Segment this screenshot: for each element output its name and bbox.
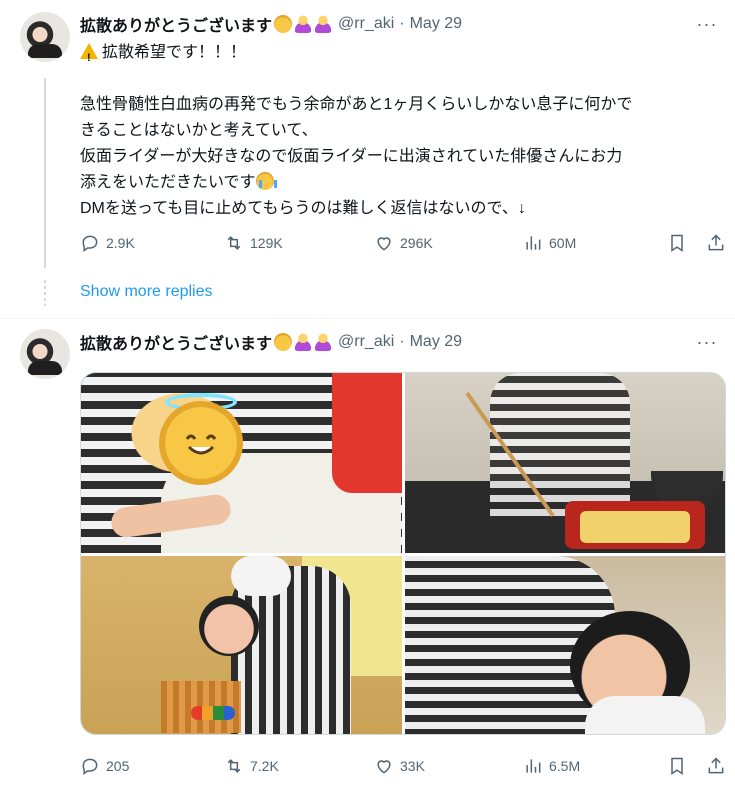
bookmark-icon bbox=[671, 757, 683, 775]
repost-icon bbox=[227, 759, 241, 773]
photo-4[interactable] bbox=[405, 556, 725, 734]
tweet-text-line: 急性骨髄性白血病の再発でもう余命があと1ヶ月くらいしかない息子に何かで bbox=[80, 96, 633, 113]
bookmark-button[interactable] bbox=[667, 233, 687, 253]
tweet-text-line: DMを送っても目に止めてもらうのは難しく返信はないので、↓ bbox=[80, 200, 526, 217]
repost-button[interactable]: 7.2K bbox=[224, 756, 279, 776]
like-count: 33K bbox=[400, 758, 425, 774]
tweet-date[interactable]: May 29 bbox=[410, 15, 462, 33]
show-more-replies-link[interactable]: Show more replies bbox=[80, 283, 213, 301]
views-icon bbox=[526, 236, 541, 250]
share-button[interactable] bbox=[706, 756, 726, 776]
tweet-date[interactable]: May 29 bbox=[410, 333, 462, 351]
tweet-header: 拡散ありがとうございます @rr_aki · May 29 bbox=[80, 13, 462, 35]
reply-count: 2.9K bbox=[106, 235, 135, 251]
repost-icon bbox=[227, 236, 241, 250]
thread-dots bbox=[44, 280, 46, 306]
reply-icon bbox=[82, 758, 98, 775]
author-avatar[interactable] bbox=[20, 329, 70, 379]
like-count: 296K bbox=[400, 235, 433, 251]
tweet-text: 拡散希望です！！！ 急性骨髄性白血病の再発でもう余命があと1ヶ月くらいしかない息… bbox=[80, 40, 720, 222]
photo-2[interactable] bbox=[405, 373, 725, 553]
tweet-1[interactable]: 拡散ありがとうございます @rr_aki · May 29 ··· 拡散希望です… bbox=[0, 0, 735, 270]
author-avatar[interactable] bbox=[20, 12, 70, 62]
author-handle[interactable]: @rr_aki bbox=[338, 333, 394, 351]
share-button[interactable] bbox=[706, 233, 726, 253]
like-button[interactable]: 296K bbox=[374, 233, 433, 253]
tweet-header: 拡散ありがとうございます @rr_aki · May 29 bbox=[80, 331, 462, 353]
tweet-text-line: 仮面ライダーが大好きなので仮面ライダーに出演されていた俳優さんにお力 bbox=[80, 148, 623, 165]
photo-3[interactable] bbox=[81, 556, 402, 734]
person-bowing-icon bbox=[294, 15, 313, 33]
pleading-face-icon bbox=[274, 15, 293, 33]
bookmark-button[interactable] bbox=[667, 756, 687, 776]
author-name[interactable]: 拡散ありがとうございます bbox=[80, 12, 272, 36]
reply-count: 205 bbox=[106, 758, 130, 774]
crying-face-icon bbox=[255, 172, 277, 190]
views-count: 60M bbox=[549, 235, 577, 251]
reply-button[interactable]: 205 bbox=[80, 756, 129, 776]
separator-dot: · bbox=[399, 333, 405, 350]
author-handle[interactable]: @rr_aki bbox=[338, 15, 394, 33]
pleading-face-icon bbox=[274, 333, 293, 351]
person-bowing-icon bbox=[294, 333, 313, 351]
person-bowing-icon bbox=[314, 15, 333, 33]
more-options-button[interactable]: ··· bbox=[695, 331, 719, 353]
reply-icon bbox=[82, 235, 98, 252]
like-button[interactable]: 33K bbox=[374, 756, 425, 776]
views-icon bbox=[526, 759, 541, 773]
media-grid bbox=[80, 372, 726, 735]
share-icon bbox=[708, 234, 724, 251]
tweet-text-line: 添えをいただきたいです bbox=[80, 174, 256, 191]
bookmark-icon bbox=[671, 234, 683, 252]
views-button[interactable]: 6.5M bbox=[523, 756, 580, 776]
repost-count: 129K bbox=[250, 235, 283, 251]
repost-button[interactable]: 129K bbox=[224, 233, 283, 253]
views-count: 6.5M bbox=[549, 758, 581, 774]
warning-icon bbox=[80, 43, 98, 71]
repost-count: 7.2K bbox=[250, 758, 279, 774]
more-options-button[interactable]: ··· bbox=[695, 13, 719, 35]
tweet-actions: 205 7.2K 33K 6.5M bbox=[80, 754, 725, 778]
tweet-text-line: きることはないかと考えていて、 bbox=[80, 122, 318, 139]
person-bowing-icon bbox=[314, 333, 333, 351]
heart-icon bbox=[377, 237, 391, 251]
heart-icon bbox=[377, 760, 391, 774]
tweet-text-line: 拡散希望です！！！ bbox=[102, 44, 247, 61]
separator-dot: · bbox=[399, 15, 405, 32]
author-name[interactable]: 拡散ありがとうございます bbox=[80, 330, 272, 354]
tweet-actions: 2.9K 129K 296K 60M bbox=[80, 231, 725, 255]
views-button[interactable]: 60M bbox=[523, 233, 576, 253]
reply-button[interactable]: 2.9K bbox=[80, 233, 135, 253]
share-icon bbox=[708, 757, 724, 774]
photo-1[interactable] bbox=[81, 373, 402, 553]
